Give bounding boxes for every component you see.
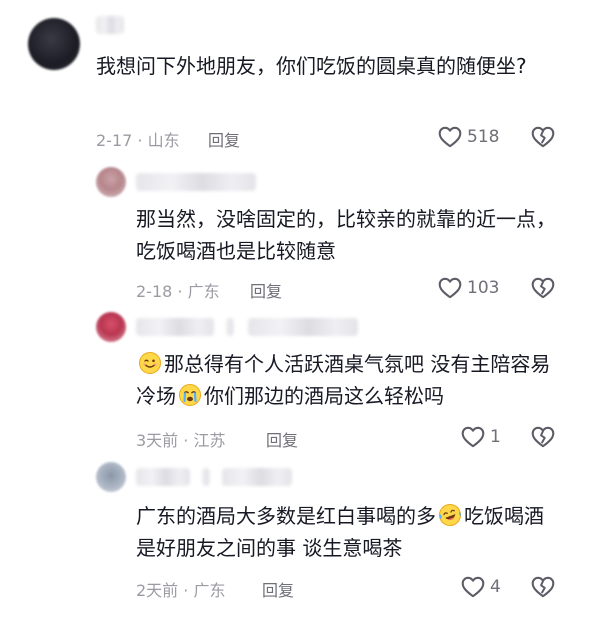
- avatar[interactable]: [96, 462, 126, 492]
- reply-item: 广东的酒局大多数是红白事喝的多 吃饭喝酒是好朋友之间的事 谈生意喝茶 2天前 ·…: [0, 460, 600, 617]
- heart-outline-icon: [460, 424, 486, 450]
- username-blurred[interactable]: [136, 318, 214, 336]
- broken-heart-outline-icon[interactable]: [530, 424, 556, 450]
- like-button[interactable]: 4: [460, 574, 501, 600]
- heart-outline-icon: [437, 275, 463, 301]
- comment-text: 我想问下外地朋友，你们吃饭的圆桌真的随便坐?: [96, 54, 527, 78]
- heart-outline-icon: [460, 574, 486, 600]
- comment-text: 那总得有个人活跃酒桌气氛吧 没有主陪容易冷场 你们那边的酒局这么轻松吗: [136, 348, 566, 412]
- avatar[interactable]: [96, 312, 126, 342]
- broken-heart-outline-icon[interactable]: [530, 124, 556, 150]
- username-blurred[interactable]: [202, 468, 210, 486]
- broken-heart-outline-icon[interactable]: [530, 275, 556, 301]
- reply-item: 那总得有个人活跃酒桌气氛吧 没有主陪容易冷场 你们那边的酒局这么轻松吗 3天前 …: [0, 310, 600, 460]
- reply-button[interactable]: 回复: [250, 278, 282, 302]
- username-blurred[interactable]: [136, 468, 190, 486]
- username-blurred[interactable]: [248, 318, 358, 336]
- comment-meta: 2-17 · 山东: [96, 131, 180, 150]
- like-count: 518: [467, 127, 500, 147]
- comment-text-part: 广东的酒局大多数是红白事喝的多: [136, 504, 436, 528]
- laughing-tears-emoji-icon: [439, 504, 461, 526]
- reply-button[interactable]: 回复: [262, 577, 294, 601]
- reply-button[interactable]: 回复: [208, 127, 240, 151]
- comment-text: 那当然，没啥固定的，比较亲的就靠的近一点，吃饭喝酒也是比较随意: [136, 207, 556, 263]
- like-count: 1: [490, 427, 501, 447]
- like-button[interactable]: 103: [437, 275, 499, 301]
- like-button[interactable]: 518: [437, 124, 499, 150]
- username-blurred[interactable]: [136, 173, 256, 191]
- username-blurred[interactable]: [226, 318, 234, 336]
- comment-meta: 2天前 · 广东: [136, 581, 226, 600]
- wink-smile-emoji-icon: [139, 352, 161, 374]
- comment-meta: 2-18 · 广东: [136, 282, 220, 301]
- like-count: 103: [467, 278, 500, 298]
- heart-outline-icon: [437, 124, 463, 150]
- comment-text-part: 你们那边的酒局这么轻松吗: [204, 384, 444, 408]
- username-blurred[interactable]: [222, 468, 292, 486]
- like-count: 4: [490, 577, 501, 597]
- avatar[interactable]: [96, 167, 126, 197]
- crying-emoji-icon: [179, 384, 201, 406]
- reply-item: 那当然，没啥固定的，比较亲的就靠的近一点，吃饭喝酒也是比较随意 2-18 · 广…: [0, 165, 600, 310]
- comment-text: 广东的酒局大多数是红白事喝的多 吃饭喝酒是好朋友之间的事 谈生意喝茶: [136, 500, 556, 564]
- reply-button[interactable]: 回复: [266, 427, 298, 451]
- comment-item: 我想问下外地朋友，你们吃饭的圆桌真的随便坐? 2-17 · 山东 回复 518: [0, 0, 600, 165]
- avatar[interactable]: [28, 18, 80, 70]
- like-button[interactable]: 1: [460, 424, 501, 450]
- username-blurred[interactable]: [96, 16, 124, 34]
- broken-heart-outline-icon[interactable]: [530, 574, 556, 600]
- comment-meta: 3天前 · 江苏: [136, 431, 226, 450]
